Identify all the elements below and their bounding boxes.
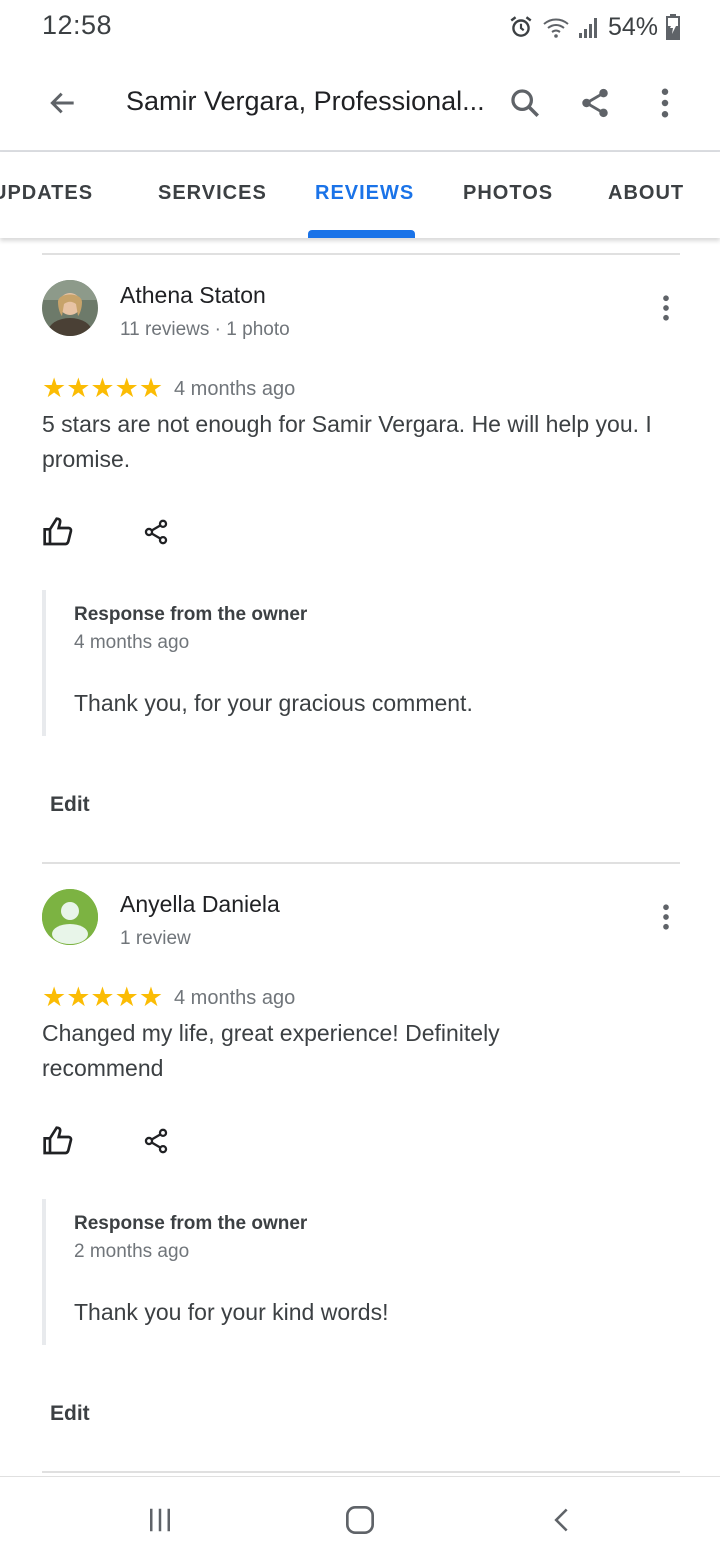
reviewer-name[interactable]: Athena Staton bbox=[120, 282, 266, 309]
review-text: 5 stars are not enough for Samir Vergara… bbox=[42, 411, 652, 472]
signal-icon bbox=[578, 14, 600, 40]
system-nav-bar bbox=[0, 1476, 720, 1560]
recent-apps-icon[interactable] bbox=[135, 1495, 185, 1545]
review-date: 4 months ago bbox=[174, 378, 296, 400]
review-date: 4 months ago bbox=[174, 987, 296, 1009]
response-title: Response from the owner bbox=[74, 1213, 308, 1234]
star-rating: ★★★★★ bbox=[42, 984, 163, 1011]
response-text: Thank you for your kind words! bbox=[74, 1299, 389, 1325]
divider bbox=[42, 253, 680, 255]
tab-services[interactable]: SERVICES bbox=[158, 182, 267, 205]
app-bar: Samir Vergara, Professional... bbox=[0, 56, 720, 152]
response-date: 4 months ago bbox=[74, 632, 190, 653]
status-time: 12:58 bbox=[42, 10, 113, 40]
edit-button[interactable]: Edit bbox=[50, 1402, 90, 1426]
edit-button[interactable]: Edit bbox=[50, 793, 90, 817]
review-card: Athena Staton 11 reviews · 1 photo ★★★★★… bbox=[0, 280, 720, 840]
status-bar: 12:58 54% bbox=[0, 0, 720, 56]
more-vert-icon[interactable] bbox=[646, 288, 686, 328]
star-icons: ★★★★★ bbox=[42, 982, 164, 1012]
search-icon[interactable] bbox=[502, 80, 548, 126]
tab-about[interactable]: ABOUT bbox=[608, 182, 684, 205]
status-icons: 54% bbox=[508, 12, 680, 42]
home-icon[interactable] bbox=[335, 1495, 385, 1545]
review-text: Changed my life, great experience! Defin… bbox=[42, 1020, 500, 1081]
review-card: Anyella Daniela 1 review ★★★★★ 4 months … bbox=[0, 889, 720, 1449]
reviewer-meta: 1 review bbox=[120, 928, 191, 949]
page-title: Samir Vergara, Professional... bbox=[126, 86, 485, 116]
tab-updates[interactable]: UPDATES bbox=[0, 182, 93, 205]
alarm-icon bbox=[508, 14, 534, 40]
tab-reviews[interactable]: REVIEWS bbox=[315, 182, 414, 205]
owner-response: Response from the owner 4 months ago Tha… bbox=[42, 590, 682, 736]
thumbs-up-icon[interactable] bbox=[38, 512, 78, 552]
reviewer-meta: 11 reviews · 1 photo bbox=[120, 319, 290, 340]
divider bbox=[42, 1471, 680, 1473]
avatar[interactable] bbox=[42, 280, 98, 336]
star-icons: ★★★★★ bbox=[42, 373, 164, 403]
more-vert-icon[interactable] bbox=[646, 897, 686, 937]
response-title: Response from the owner bbox=[74, 604, 308, 625]
active-tab-indicator bbox=[308, 230, 415, 238]
owner-response: Response from the owner 2 months ago Tha… bbox=[42, 1199, 682, 1345]
back-icon[interactable] bbox=[537, 1495, 587, 1545]
response-date: 2 months ago bbox=[74, 1241, 190, 1262]
star-rating: ★★★★★ bbox=[42, 375, 163, 402]
back-arrow-icon[interactable] bbox=[38, 78, 88, 128]
reviewer-name[interactable]: Anyella Daniela bbox=[120, 891, 280, 918]
share-icon[interactable] bbox=[572, 80, 618, 126]
avatar[interactable] bbox=[42, 889, 98, 945]
wifi-icon bbox=[542, 14, 570, 40]
thumbs-up-icon[interactable] bbox=[38, 1121, 78, 1161]
response-text: Thank you, for your gracious comment. bbox=[74, 690, 473, 716]
share-icon[interactable] bbox=[136, 512, 176, 552]
divider bbox=[42, 862, 680, 864]
more-vert-icon[interactable] bbox=[642, 80, 688, 126]
battery-icon bbox=[666, 14, 680, 40]
tab-bar: UPDATES SERVICES REVIEWS PHOTOS ABOUT bbox=[0, 152, 720, 238]
tab-photos[interactable]: PHOTOS bbox=[463, 182, 553, 205]
battery-percentage: 54% bbox=[607, 12, 658, 41]
share-icon[interactable] bbox=[136, 1121, 176, 1161]
